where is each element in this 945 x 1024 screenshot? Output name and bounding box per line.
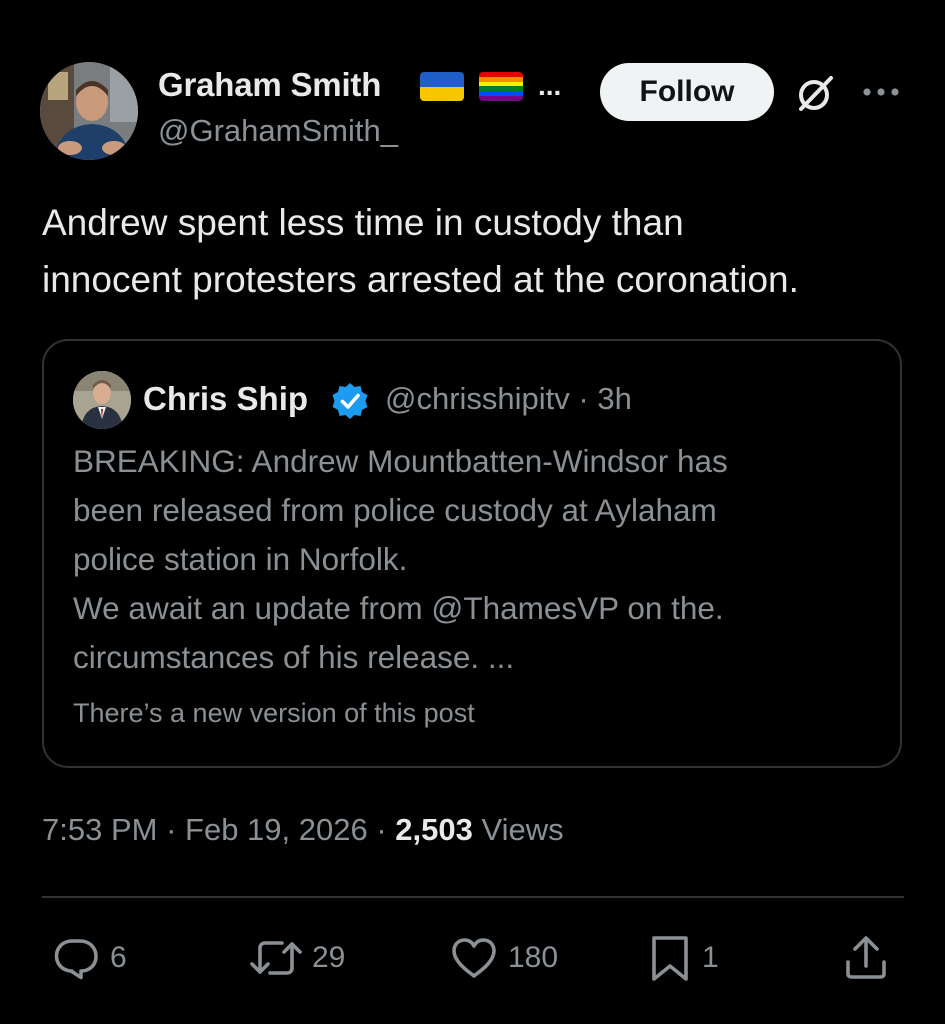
person-avatar-icon <box>73 371 131 429</box>
tweet-text: Andrew spent less time in custody than i… <box>42 194 922 308</box>
reply-count: 6 <box>110 941 127 974</box>
person-avatar-icon <box>40 62 138 160</box>
bookmark-icon <box>652 936 688 981</box>
author-name[interactable]: Graham Smith <box>158 66 381 104</box>
repost-button[interactable]: 29 <box>248 930 345 986</box>
divider <box>42 896 904 898</box>
views-label: Views <box>472 812 564 847</box>
post-meta: 7:53 PM · Feb 19, 2026 · 2,503 Views <box>42 812 564 848</box>
reply-icon <box>54 939 98 980</box>
verified-badge-icon <box>330 381 370 421</box>
quoted-text-line: been released from police custody at Ayl… <box>73 492 717 528</box>
new-version-notice[interactable]: There’s a new version of this post <box>73 698 475 729</box>
views-count[interactable]: 2,503 <box>395 812 473 847</box>
separator-dot: · <box>578 381 589 416</box>
like-button[interactable]: 180 <box>448 930 558 986</box>
quoted-text-line: police station in Norfolk. <box>73 541 408 577</box>
tweet-text-line: innocent protesters arrested at the coro… <box>42 259 799 300</box>
repost-icon <box>250 941 302 975</box>
heart-icon <box>452 938 496 978</box>
quoted-text-line: circumstances of his release. ... <box>73 639 515 675</box>
separator-dot: · <box>367 812 396 847</box>
name-ellipsis: ... <box>538 70 562 101</box>
quoted-author-name[interactable]: Chris Ship <box>143 380 308 418</box>
ukraine-flag-icon <box>420 72 464 101</box>
quoted-text-line: We await an update from @ThamesVP on the… <box>73 590 724 626</box>
quoted-author-avatar[interactable] <box>73 371 131 429</box>
quoted-post-text: BREAKING: Andrew Mountbatten-Windsor has… <box>73 437 883 682</box>
author-handle[interactable]: @GrahamSmith_ <box>158 113 398 149</box>
author-avatar[interactable] <box>40 62 138 160</box>
follow-button[interactable]: Follow <box>600 63 774 121</box>
rainbow-flag-icon <box>479 72 523 101</box>
like-count: 180 <box>508 941 559 974</box>
quoted-handle[interactable]: @chrisshipitv <box>385 381 570 416</box>
more-options-icon[interactable] <box>860 80 902 104</box>
share-button[interactable] <box>840 930 892 986</box>
bookmark-button[interactable]: 1 <box>648 930 719 986</box>
post-date[interactable]: Feb 19, 2026 <box>185 812 368 847</box>
share-icon <box>846 936 886 979</box>
reply-button[interactable]: 6 <box>50 930 127 986</box>
quoted-text-line: BREAKING: Andrew Mountbatten-Windsor has <box>73 443 728 479</box>
tweet-text-line: Andrew spent less time in custody than <box>42 202 684 243</box>
quoted-author-handle: @chrisshipitv · 3h <box>385 381 632 417</box>
quoted-post-time: 3h <box>597 381 632 416</box>
repost-count: 29 <box>312 941 346 974</box>
separator-dot: · <box>157 812 186 847</box>
post-time[interactable]: 7:53 PM <box>42 812 157 847</box>
grok-icon[interactable] <box>793 72 837 116</box>
bookmark-count: 1 <box>702 941 719 974</box>
